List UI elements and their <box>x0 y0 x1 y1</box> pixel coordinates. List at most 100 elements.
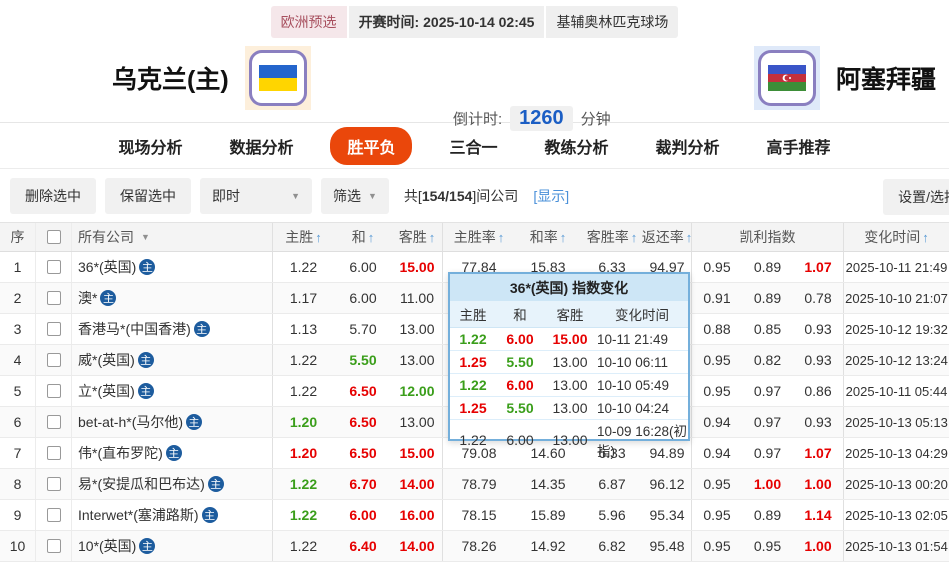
settings-select-button[interactable]: 设置/选择 <box>883 179 949 215</box>
away-odds[interactable]: 14.00 <box>392 531 443 561</box>
company-name[interactable]: Interwet*(塞浦路斯) 主 <box>72 500 273 530</box>
tab-裁判分析[interactable]: 裁判分析 <box>646 128 730 164</box>
draw-odds[interactable]: 6.70 <box>334 469 392 499</box>
company-label: 10*(英国) <box>78 538 137 554</box>
away-odds[interactable]: 13.00 <box>392 345 443 375</box>
away-odds[interactable]: 16.00 <box>392 500 443 530</box>
popup-away-odds: 13.00 <box>552 377 588 393</box>
draw-odds[interactable]: 6.00 <box>334 500 392 530</box>
kelly-3: 1.07 <box>793 438 844 468</box>
show-link[interactable]: [显示] <box>533 186 569 206</box>
popup-draw-odds: 5.50 <box>506 354 534 370</box>
table-row[interactable]: 8 易*(安提瓜和巴布达) 主 1.22 6.70 14.00 78.79 14.35 6.87… <box>0 469 949 500</box>
header-home-rate[interactable]: 主胜率 ↑ <box>443 223 515 251</box>
draw-odds[interactable]: 6.50 <box>334 376 392 406</box>
select-all-checkbox[interactable] <box>46 230 61 244</box>
header-away-rate[interactable]: 客胜率 ↑ <box>581 223 643 251</box>
popup-home-odds: 1.25 <box>459 400 487 416</box>
header-draw-rate[interactable]: 和率 ↑ <box>515 223 581 251</box>
payout-rate: 95.34 <box>643 500 692 530</box>
away-odds[interactable]: 15.00 <box>392 438 443 468</box>
popup-row: 1.22 6.00 13.00 10-10 05:49 <box>450 374 688 397</box>
away-odds[interactable]: 11.00 <box>392 283 443 313</box>
delete-selected-button[interactable]: 删除选中 <box>10 177 96 214</box>
row-checkbox-cell <box>36 438 72 468</box>
header-kelly: 凯利指数 <box>692 223 844 251</box>
away-odds[interactable]: 12.00 <box>392 376 443 406</box>
filter-dropdown[interactable]: 筛选 ▼ <box>321 177 389 214</box>
time-filter-value: 即时 <box>212 187 240 204</box>
draw-odds[interactable]: 6.50 <box>334 407 392 437</box>
popup-change-time: 10-10 05:49 <box>597 377 670 393</box>
company-name[interactable]: 伟*(直布罗陀) 主 <box>72 438 273 468</box>
home-odds[interactable]: 1.22 <box>273 376 334 406</box>
header-away-odds[interactable]: 客胜 ↑ <box>392 223 443 251</box>
header-change-time[interactable]: 变化时间 ↑ <box>844 223 949 251</box>
company-name[interactable]: 36*(英国) 主 <box>72 252 273 282</box>
row-checkbox[interactable] <box>46 539 61 553</box>
company-name[interactable]: 澳* 主 <box>72 283 273 313</box>
change-time: 2025-10-13 02:05 <box>845 507 948 523</box>
row-checkbox[interactable] <box>46 291 61 305</box>
away-team-name: 阿塞拜疆 <box>835 66 936 94</box>
draw-odds[interactable]: 5.70 <box>334 314 392 344</box>
header-company[interactable]: 所有公司 ▼ <box>72 223 273 251</box>
draw-odds[interactable]: 6.00 <box>334 252 392 282</box>
company-name[interactable]: 香港马*(中国香港) 主 <box>72 314 273 344</box>
kelly-3: 0.78 <box>793 283 844 313</box>
row-checkbox[interactable] <box>46 446 61 460</box>
time-filter-dropdown[interactable]: 即时 ▼ <box>200 177 312 214</box>
header-payout-rate[interactable]: 返还率 ↑ <box>642 223 692 251</box>
tab-active-胜平负[interactable]: 胜平负 <box>330 126 413 165</box>
popup-change-time: 10-11 21:49 <box>597 331 669 347</box>
draw-odds[interactable]: 6.50 <box>334 438 392 468</box>
kelly-2: 0.89 <box>753 259 782 275</box>
popup-away-odds: 13.00 <box>552 400 588 416</box>
home-odds[interactable]: 1.20 <box>273 438 334 468</box>
main-bookmaker-badge-icon: 主 <box>137 383 154 399</box>
popup-body: 1.22 6.00 15.00 10-11 21:49 1.25 5.50 13.00 10-… <box>450 328 688 459</box>
popup-home-odds: 1.22 <box>459 331 487 347</box>
home-odds[interactable]: 1.20 <box>273 407 334 437</box>
row-checkbox[interactable] <box>46 477 61 491</box>
tab-数据分析[interactable]: 数据分析 <box>219 128 303 164</box>
home-odds[interactable]: 1.22 <box>273 252 334 282</box>
draw-odds[interactable]: 6.40 <box>334 531 392 561</box>
home-odds[interactable]: 1.22 <box>273 469 334 499</box>
tab-三合一[interactable]: 三合一 <box>439 128 507 164</box>
draw-odds[interactable]: 5.50 <box>334 345 392 375</box>
row-checkbox[interactable] <box>46 260 61 274</box>
away-odds[interactable]: 14.00 <box>392 469 443 499</box>
keep-selected-button[interactable]: 保留选中 <box>105 177 191 214</box>
home-odds[interactable]: 1.22 <box>273 345 334 375</box>
away-odds[interactable]: 13.00 <box>392 407 443 437</box>
row-checkbox[interactable] <box>46 353 61 367</box>
company-name[interactable]: 威*(英国) 主 <box>72 345 273 375</box>
away-odds[interactable]: 15.00 <box>392 252 443 282</box>
draw-odds[interactable]: 6.00 <box>334 283 392 313</box>
popup-header-3: 客胜 <box>556 308 584 323</box>
row-checkbox[interactable] <box>46 508 61 522</box>
company-name[interactable]: 易*(安提瓜和巴布达) 主 <box>72 469 273 499</box>
home-odds[interactable]: 1.22 <box>273 531 334 561</box>
header-draw-odds[interactable]: 和 ↑ <box>334 223 392 251</box>
home-odds[interactable]: 1.17 <box>273 283 334 313</box>
tab-教练分析[interactable]: 教练分析 <box>535 128 619 164</box>
company-name[interactable]: 10*(英国) 主 <box>72 531 273 561</box>
home-odds[interactable]: 1.13 <box>273 314 334 344</box>
venue: 基辅奥林匹克球场 <box>546 6 679 38</box>
tab-现场分析[interactable]: 现场分析 <box>108 128 192 164</box>
company-name[interactable]: bet-at-h*(马尔他) 主 <box>72 407 273 437</box>
kelly-3: 1.00 <box>793 469 844 499</box>
row-checkbox[interactable] <box>46 322 61 336</box>
chevron-down-icon: ▼ <box>291 190 300 201</box>
table-row[interactable]: 9 Interwet*(塞浦路斯) 主 1.22 6.00 16.00 78.15 15.89… <box>0 500 949 531</box>
row-checkbox[interactable] <box>46 384 61 398</box>
tab-高手推荐[interactable]: 高手推荐 <box>757 128 841 164</box>
row-checkbox[interactable] <box>46 415 61 429</box>
header-home-odds[interactable]: 主胜 ↑ <box>273 223 334 251</box>
home-odds[interactable]: 1.22 <box>273 500 334 530</box>
company-name[interactable]: 立*(英国) 主 <box>72 376 273 406</box>
away-odds[interactable]: 13.00 <box>392 314 443 344</box>
table-row[interactable]: 10 10*(英国) 主 1.22 6.40 14.00 78.26 14.92 6.82 95.… <box>0 531 949 562</box>
